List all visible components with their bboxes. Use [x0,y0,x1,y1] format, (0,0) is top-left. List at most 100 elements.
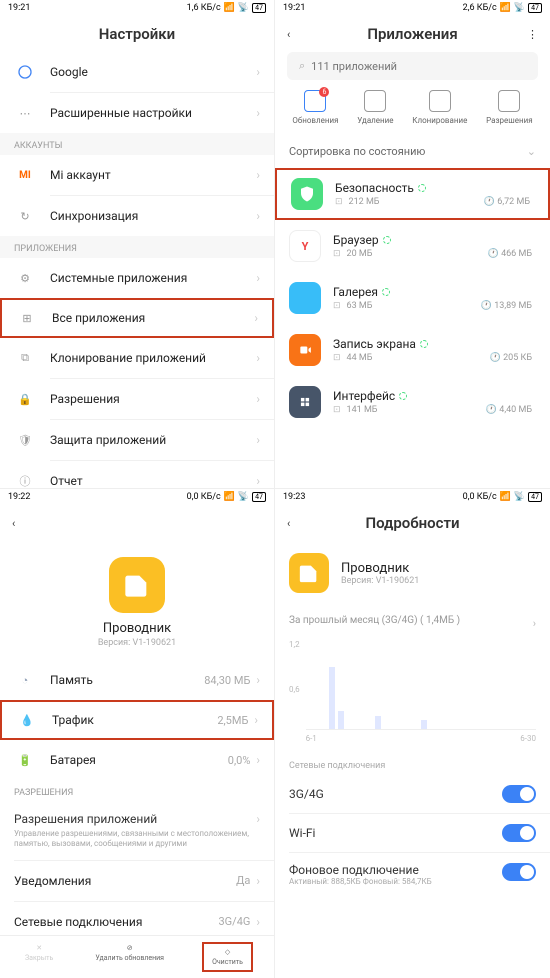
action-label: Удалить обновления [95,954,164,962]
app-name: Браузер [333,233,379,247]
row-clone-apps[interactable]: ⧉ Клонирование приложений › [0,338,274,378]
clock-icon: 🕐 [488,249,499,259]
row-report[interactable]: ⓘ Отчет › [0,461,274,489]
toggle-switch[interactable] [502,863,536,881]
row-app-permissions[interactable]: Разрешения приложений › Управление разре… [0,802,274,860]
toggle-switch[interactable] [502,824,536,842]
row-value: 2,5МБ [217,714,248,727]
row-sync[interactable]: ↻ Синхронизация › [0,196,274,236]
drop-icon: 💧 [16,714,38,727]
sort-row[interactable]: Сортировка по состоянию ⌄ [275,135,550,168]
x-tick: 6-1 [306,734,317,743]
row-value: 84,30 МБ [204,674,250,687]
row-traffic[interactable]: 💧 Трафик 2,5МБ › [0,700,274,740]
app-row-screen-rec[interactable]: Запись экрана ⊡44 МБ 🕐 205 КБ [275,324,550,376]
app-row-browser[interactable]: Y Браузер ⊡20 МБ 🕐 466 МБ [275,220,550,272]
app-row-gallery[interactable]: Галерея ⊡63 МБ 🕐 13,89 МБ [275,272,550,324]
more-icon[interactable]: ⋮ [522,28,538,41]
back-button[interactable]: ‹ [12,517,28,530]
row-mi-account[interactable]: MI Mi аккаунт › [0,155,274,195]
tool-permissions[interactable]: Разрешения [486,90,533,125]
app-cache: 4,40 МБ [499,405,532,415]
toggle-switch[interactable] [502,785,536,803]
chevron-right-icon: › [256,874,260,888]
gear-icon: ⚙ [14,272,36,285]
disk-icon: ◔ [14,674,36,687]
row-value: 3G/4G [219,915,251,928]
tool-updates[interactable]: 6 Обновления [292,90,338,125]
chevron-right-icon[interactable]: › [533,617,536,630]
row-notifications[interactable]: Уведомления Да › [0,861,274,901]
app-name: Запись экрана [333,337,416,351]
search-bar[interactable]: ⌕ [287,52,538,80]
close-icon: ✕ [36,944,42,952]
toggle-wifi[interactable]: Wi-Fi [275,814,550,852]
row-label: Трафик [52,713,217,727]
action-close: ✕ Закрыть [21,942,57,972]
tool-clone[interactable]: Клонирование [412,90,467,125]
report-icon: ⓘ [14,473,36,489]
row-label: Разрешения приложений [14,812,256,826]
trash-icon [364,90,386,112]
status-net: 0,0 КБ/с [463,492,497,502]
row-advanced[interactable]: ⋯ Расширенные настройки › [0,93,274,133]
chart-title: За прошлый месяц (3G/4G) ( 1,4МБ ) [289,615,460,626]
status-net: 0,0 КБ/с [187,492,221,502]
row-battery[interactable]: 🔋 Батарея 0,0% › [0,740,274,780]
toggle-background[interactable]: Фоновое подключение Активный: 888,5КБ Фо… [275,853,550,897]
clock-icon: 🕐 [481,301,492,311]
action-clear[interactable]: ◇ Очистить [202,942,253,972]
app-cache: 205 КБ [503,353,532,363]
search-input[interactable] [311,60,526,73]
app-version: Версия: V1-190621 [341,576,419,586]
status-bar: 19:21 2,6 КБ/с 📶 📡 47 [275,0,550,16]
app-cache: 6,72 МБ [497,197,530,207]
tool-uninstall[interactable]: Удаление [357,90,393,125]
row-label: Клонирование приложений [50,351,256,365]
row-label: Расширенные настройки [50,106,256,120]
app-size: 44 МБ [347,353,373,363]
chevron-right-icon: › [256,915,260,929]
grid-icon: ⊞ [16,312,38,325]
page-title: Подробности [303,514,522,532]
toggle-label: Wi-Fi [289,826,502,840]
row-label: Сетевые подключения [14,915,219,929]
page-title: Приложения [303,25,522,43]
app-icon [289,553,329,593]
tool-label: Удаление [357,116,393,125]
app-row-interface[interactable]: Интерфейс ⊡141 МБ 🕐 4,40 МБ [275,376,550,428]
row-memory[interactable]: ◔ Память 84,30 МБ › [0,660,274,700]
app-title: Проводник [0,621,274,636]
chevron-right-icon: › [256,168,260,182]
chevron-right-icon: › [254,311,258,325]
app-name: Безопасность [335,181,414,195]
action-label: Закрыть [25,954,53,962]
row-system-apps[interactable]: ⚙ Системные приложения › [0,258,274,298]
chevron-right-icon: › [256,673,260,687]
google-icon [14,64,36,80]
toolbar: 6 Обновления Удаление Клонирование Разре… [275,80,550,135]
row-label: Системные приложения [50,271,256,285]
mi-icon: MI [14,170,36,181]
back-button[interactable]: ‹ [287,517,303,530]
x-tick: 6-30 [520,734,536,743]
clone-icon [429,90,451,112]
detail-header: Проводник Версия: V1-190621 [275,541,550,605]
toggle-label: 3G/4G [289,787,502,801]
app-row-security[interactable]: Безопасность ⊡212 МБ 🕐 6,72 МБ [275,168,550,220]
battery-icon: 🔋 [14,754,36,767]
wifi-icon: 📡 [238,492,249,502]
back-button[interactable]: ‹ [287,28,303,41]
row-google[interactable]: Google › [0,52,274,92]
wifi-icon: 📡 [514,3,525,13]
chevron-right-icon: › [256,351,260,365]
chart-box [306,640,536,730]
section-accounts: АККАУНТЫ [0,133,274,155]
action-uninstall-updates[interactable]: ⊘ Удалить обновления [91,942,168,972]
row-permissions[interactable]: 🔒 Разрешения › [0,379,274,419]
row-app-protection[interactable]: 🛡 Защита приложений › [0,420,274,460]
app-cache: 466 МБ [501,249,532,259]
toggle-3g4g[interactable]: 3G/4G [275,775,550,813]
bottom-actions: ✕ Закрыть ⊘ Удалить обновления ◇ Очистит… [0,935,274,978]
row-all-apps[interactable]: ⊞ Все приложения › [0,298,274,338]
